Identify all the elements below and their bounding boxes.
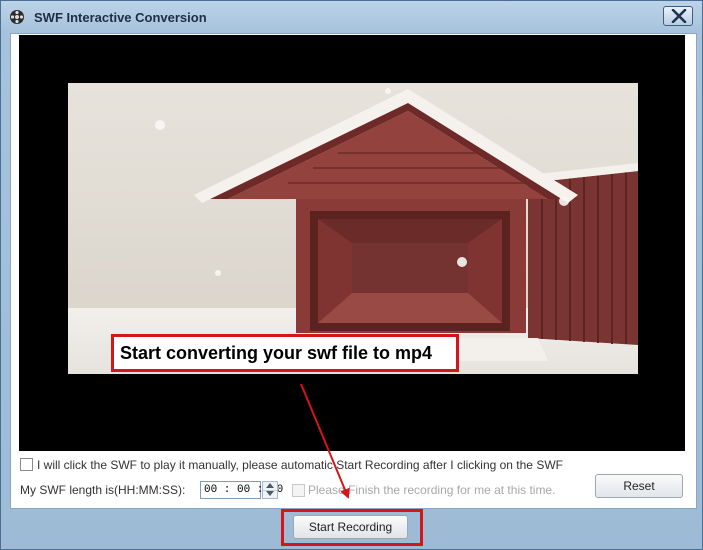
swf-video-frame[interactable] — [68, 83, 638, 374]
conversion-callout: Start converting your swf file to mp4 — [111, 334, 459, 372]
window-title: SWF Interactive Conversion — [34, 10, 207, 25]
spinner-down-button[interactable] — [263, 490, 277, 498]
swf-length-spinner[interactable] — [262, 481, 278, 499]
reset-button[interactable]: Reset — [595, 474, 683, 498]
manual-play-label: I will click the SWF to play it manually… — [37, 458, 563, 472]
close-button[interactable] — [663, 6, 693, 26]
finish-recording-label: Please Finish the recording for me at th… — [308, 483, 556, 497]
finish-recording-checkbox[interactable] — [292, 484, 305, 497]
title-bar[interactable]: SWF Interactive Conversion — [1, 1, 702, 33]
swf-length-label: My SWF length is(HH:MM:SS): — [20, 483, 186, 497]
start-recording-button[interactable]: Start Recording — [293, 515, 408, 539]
manual-play-checkbox[interactable] — [20, 458, 33, 471]
close-icon — [671, 9, 687, 23]
triangle-up-icon — [266, 483, 274, 488]
swf-preview-area[interactable]: Start converting your swf file to mp4 — [19, 35, 685, 451]
triangle-down-icon — [266, 491, 274, 496]
film-reel-icon — [9, 9, 25, 25]
swf-length-input[interactable]: 00 : 00 : 00 — [200, 481, 283, 499]
